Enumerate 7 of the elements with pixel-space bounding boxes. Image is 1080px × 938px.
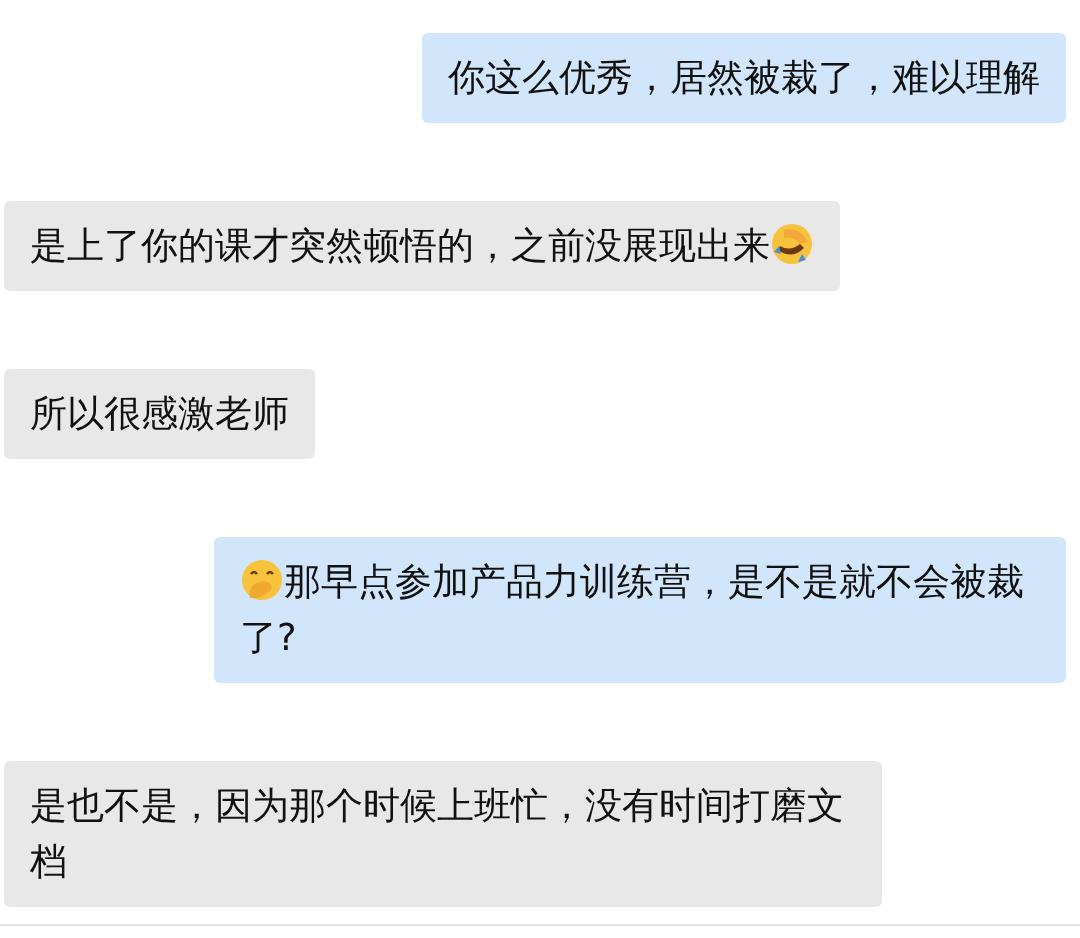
sent-message: 那早点参加产品力训练营，是不是就不会被裁了? [214,537,1066,683]
received-message: 是也不是，因为那个时候上班忙，没有时间打磨文档 [4,761,882,907]
hand-over-mouth-emoji-icon [240,558,284,602]
received-message: 是上了你的课才突然顿悟的，之前没展现出来 [4,201,840,291]
laughing-tears-emoji-icon [770,222,814,266]
sent-message: 你这么优秀，居然被裁了，难以理解 [422,33,1066,123]
received-message: 所以很感激老师 [4,369,315,459]
